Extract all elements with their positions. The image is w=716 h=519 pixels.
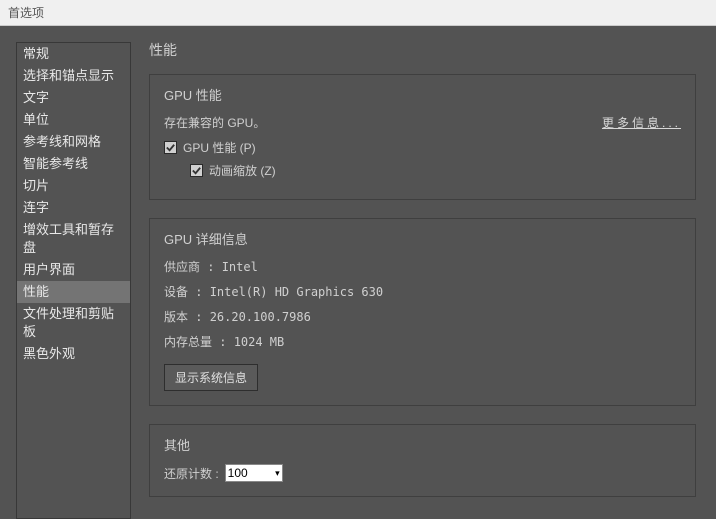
sidebar-item[interactable]: 黑色外观: [17, 343, 130, 365]
more-info-link[interactable]: 更多信息...: [602, 114, 681, 131]
sidebar-item[interactable]: 单位: [17, 109, 130, 131]
gpu-performance-title: GPU 性能: [164, 85, 681, 104]
gpu-performance-group: GPU 性能 存在兼容的 GPU。 更多信息... GPU 性能 (P) 动画缩…: [149, 74, 696, 200]
undo-count-select[interactable]: 100 ▾: [225, 464, 283, 482]
gpu-vendor-row: 供应商 : Intel: [164, 258, 681, 275]
sidebar-item[interactable]: 常规: [17, 43, 130, 65]
gpu-details-title: GPU 详细信息: [164, 229, 681, 248]
check-icon: [191, 165, 202, 176]
gpu-device-label: 设备 :: [164, 285, 202, 299]
gpu-performance-checkbox[interactable]: [164, 141, 177, 154]
show-system-info-button[interactable]: 显示系统信息: [164, 364, 258, 391]
gpu-device-value: Intel(R) HD Graphics 630: [210, 285, 383, 299]
gpu-memory-value: 1024 MB: [234, 335, 285, 349]
other-group: 其他 还原计数 : 100 ▾: [149, 424, 696, 497]
undo-count-value: 100: [228, 466, 248, 480]
gpu-memory-row: 内存总量 : 1024 MB: [164, 333, 681, 350]
undo-count-label: 还原计数 :: [164, 465, 219, 482]
sidebar-item[interactable]: 增效工具和暂存盘: [17, 219, 130, 259]
content-area: 性能 GPU 性能 存在兼容的 GPU。 更多信息... GPU 性能 (P) …: [131, 26, 716, 519]
sidebar-item[interactable]: 参考线和网格: [17, 131, 130, 153]
page-title: 性能: [149, 40, 696, 60]
sidebar-item[interactable]: 切片: [17, 175, 130, 197]
gpu-version-label: 版本 :: [164, 310, 202, 324]
sidebar-item[interactable]: 智能参考线: [17, 153, 130, 175]
sidebar: 常规选择和锚点显示文字单位参考线和网格智能参考线切片连字增效工具和暂存盘用户界面…: [16, 42, 131, 519]
gpu-version-row: 版本 : 26.20.100.7986: [164, 308, 681, 325]
gpu-memory-label: 内存总量 :: [164, 335, 226, 349]
gpu-details-group: GPU 详细信息 供应商 : Intel 设备 : Intel(R) HD Gr…: [149, 218, 696, 406]
animated-zoom-checkbox[interactable]: [190, 164, 203, 177]
check-icon: [165, 142, 176, 153]
animated-zoom-checkbox-label: 动画缩放 (Z): [209, 162, 276, 179]
gpu-vendor-label: 供应商 :: [164, 260, 214, 274]
window-title: 首选项: [8, 6, 44, 20]
gpu-version-value: 26.20.100.7986: [210, 310, 311, 324]
gpu-vendor-value: Intel: [222, 260, 258, 274]
gpu-performance-checkbox-label: GPU 性能 (P): [183, 139, 256, 156]
sidebar-item[interactable]: 用户界面: [17, 259, 130, 281]
sidebar-item[interactable]: 文字: [17, 87, 130, 109]
other-title: 其他: [164, 435, 681, 454]
sidebar-item[interactable]: 选择和锚点显示: [17, 65, 130, 87]
gpu-device-row: 设备 : Intel(R) HD Graphics 630: [164, 283, 681, 300]
chevron-down-icon: ▾: [275, 468, 280, 479]
window-titlebar: 首选项: [0, 0, 716, 26]
sidebar-item[interactable]: 文件处理和剪贴板: [17, 303, 130, 343]
sidebar-item[interactable]: 连字: [17, 197, 130, 219]
gpu-status-text: 存在兼容的 GPU。: [164, 114, 265, 131]
sidebar-item[interactable]: 性能: [17, 281, 130, 303]
